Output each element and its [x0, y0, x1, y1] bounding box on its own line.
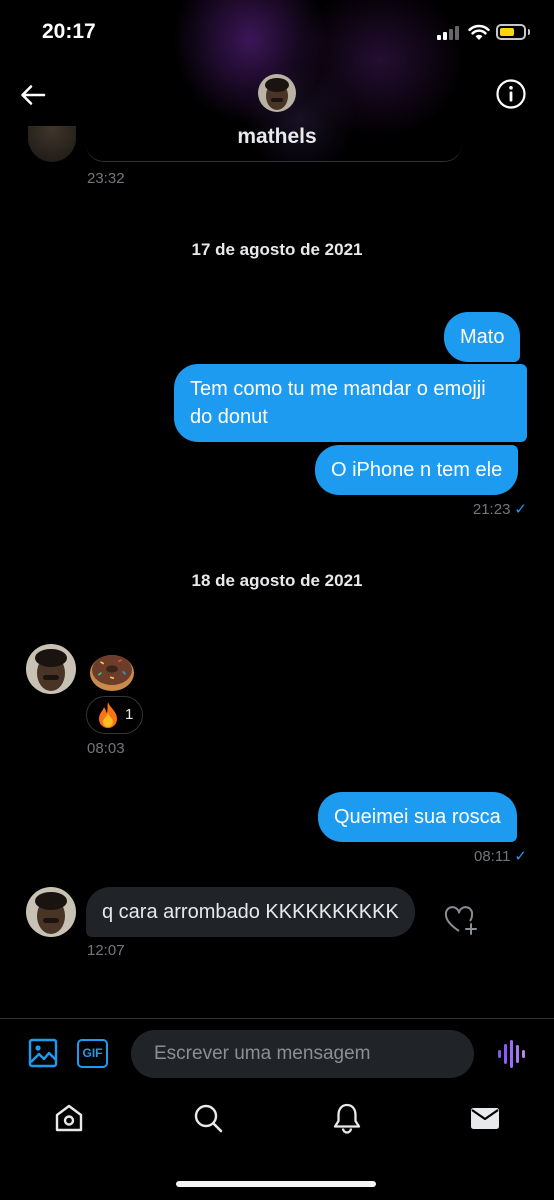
- message-timestamp: 23:32: [87, 170, 125, 187]
- incoming-message[interactable]: q cara arrombado KKKKKKKKKK: [86, 887, 415, 937]
- message-timestamp-row: 08:11 ✓: [400, 847, 527, 865]
- status-bar: 20:17: [0, 0, 554, 64]
- home-icon[interactable]: [53, 1102, 85, 1134]
- reaction-pill[interactable]: 1: [86, 696, 143, 734]
- gif-icon[interactable]: GIF: [77, 1039, 108, 1068]
- battery-tip: [528, 29, 530, 35]
- message-timestamp: 08:11: [473, 848, 511, 865]
- heart-plus-icon[interactable]: [444, 904, 478, 936]
- sender-avatar[interactable]: [26, 644, 76, 694]
- status-time: 20:17: [42, 20, 96, 43]
- message-timestamp: 12:07: [87, 942, 125, 959]
- outgoing-message[interactable]: Mato: [444, 312, 521, 362]
- fire-emoji: [99, 702, 117, 728]
- cellular-signal-icon: [437, 26, 461, 40]
- message-timestamp-row: 21:23 ✓: [400, 500, 527, 518]
- outgoing-message[interactable]: Tem como tu me mandar o emojji do donut: [174, 364, 527, 442]
- voice-wave-icon[interactable]: [496, 1038, 526, 1070]
- sender-avatar[interactable]: [26, 887, 76, 937]
- search-icon[interactable]: [192, 1102, 224, 1134]
- reaction-count: 1: [125, 706, 134, 723]
- message-timestamp: 08:03: [87, 740, 125, 757]
- outgoing-message[interactable]: O iPhone n tem ele: [315, 445, 519, 495]
- date-separator: 18 de agosto de 2021: [191, 571, 363, 590]
- message-timestamp: 21:23: [472, 501, 511, 518]
- partial-message-bubble: [86, 126, 462, 162]
- arrow-left-icon[interactable]: [18, 80, 48, 110]
- bell-icon[interactable]: [331, 1102, 363, 1134]
- read-check-icon: ✓: [514, 848, 527, 865]
- date-separator: 17 de agosto de 2021: [191, 240, 363, 259]
- home-indicator[interactable]: [176, 1181, 376, 1187]
- battery-icon: [496, 24, 526, 40]
- info-icon[interactable]: [495, 78, 527, 110]
- message-input[interactable]: [131, 1030, 474, 1078]
- header-avatar[interactable]: [258, 74, 296, 112]
- mail-icon[interactable]: [469, 1102, 501, 1134]
- wifi-icon: [468, 24, 490, 40]
- image-icon[interactable]: [28, 1038, 58, 1068]
- donut-emoji[interactable]: [88, 646, 136, 694]
- read-check-icon: ✓: [514, 501, 527, 518]
- outgoing-message[interactable]: Queimei sua rosca: [318, 792, 517, 842]
